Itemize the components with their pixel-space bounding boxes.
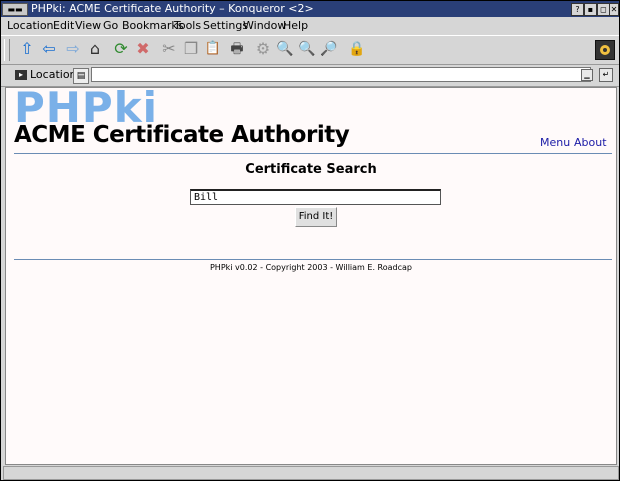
- security-lock-icon[interactable]: 🔒: [347, 39, 367, 59]
- menu-window[interactable]: Window: [243, 17, 286, 35]
- cut-icon[interactable]: ✂: [159, 39, 179, 59]
- zoom-out-icon[interactable]: 🔍: [297, 39, 317, 59]
- print-icon[interactable]: 🖶: [227, 39, 247, 59]
- location-toolbar: ▸ Location ▤ ▁ ↵: [1, 64, 619, 87]
- header-divider: [14, 153, 612, 154]
- minimize-window-button[interactable]: ▪: [584, 3, 597, 16]
- home-icon[interactable]: ⌂: [85, 39, 105, 59]
- footer-divider: [14, 259, 612, 260]
- menu-view[interactable]: View: [75, 17, 101, 35]
- url-dropdown-button[interactable]: ▁: [581, 69, 593, 81]
- stop-icon[interactable]: ✖: [133, 39, 153, 59]
- reload-icon[interactable]: ⟳: [111, 39, 131, 59]
- window-title: PHPki: ACME Certificate Authority – Konq…: [31, 2, 314, 15]
- location-label[interactable]: ▸ Location: [15, 68, 77, 82]
- location-label-text: Location: [30, 68, 77, 81]
- menu-bar: Location Edit View Go Bookmarks Tools Se…: [1, 17, 619, 35]
- clear-location-icon[interactable]: ▸: [15, 70, 27, 80]
- up-arrow-icon[interactable]: ⇧: [17, 39, 37, 59]
- copy-icon[interactable]: ❐: [181, 39, 201, 59]
- forward-arrow-icon[interactable]: ⇨: [63, 39, 83, 59]
- close-window-button[interactable]: ✕: [609, 3, 619, 16]
- title-bar[interactable]: ▬▬ PHPki: ACME Certificate Authority – K…: [1, 1, 619, 17]
- back-arrow-icon[interactable]: ⇦: [39, 39, 59, 59]
- page-content: PHPki ACME Certificate Authority Menu Ab…: [5, 87, 617, 465]
- find-icon[interactable]: 🔎: [319, 39, 339, 59]
- toolbar-grip[interactable]: [4, 39, 10, 61]
- zoom-in-icon[interactable]: 🔍: [275, 39, 295, 59]
- url-input[interactable]: [91, 67, 591, 82]
- nav-link-menu[interactable]: Menu: [540, 136, 570, 150]
- browser-window: ▬▬ PHPki: ACME Certificate Authority – K…: [0, 0, 620, 481]
- konqueror-activity-icon: [595, 40, 615, 60]
- menu-location[interactable]: Location: [7, 17, 54, 35]
- page-title: ACME Certificate Authority: [14, 122, 350, 148]
- nav-link-about[interactable]: About: [574, 136, 607, 150]
- menu-edit[interactable]: Edit: [53, 17, 74, 35]
- status-bar: [3, 466, 619, 480]
- search-input[interactable]: Bill: [190, 189, 441, 205]
- paste-icon[interactable]: 📋: [203, 39, 223, 59]
- menu-help[interactable]: Help: [283, 17, 308, 35]
- menu-go[interactable]: Go: [103, 17, 118, 35]
- page-favicon-icon[interactable]: ▤: [73, 68, 89, 84]
- search-heading: Certificate Search: [245, 162, 377, 177]
- window-menu-icon[interactable]: ▬▬: [2, 3, 28, 16]
- go-button[interactable]: ↵: [599, 68, 613, 82]
- menu-tools[interactable]: Tools: [174, 17, 201, 35]
- print-frame-icon[interactable]: ⚙: [253, 39, 273, 59]
- help-window-button[interactable]: ?: [571, 3, 584, 16]
- footer-copyright: PHPki v0.02 - Copyright 2003 - William E…: [209, 263, 412, 272]
- menu-settings[interactable]: Settings: [203, 17, 248, 35]
- main-toolbar: ⇧ ⇦ ⇨ ⌂ ⟳ ✖ ✂ ❐ 📋 🖶 ⚙ 🔍 🔍 🔎 🔒: [1, 35, 619, 65]
- find-it-button[interactable]: Find It!: [295, 207, 337, 227]
